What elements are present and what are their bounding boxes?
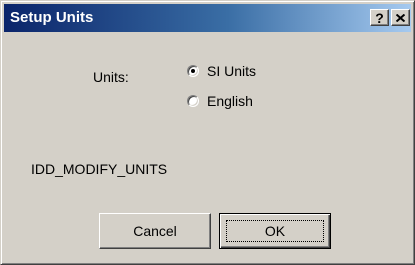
cancel-button[interactable]: Cancel xyxy=(99,213,211,249)
dialog-title: Setup Units xyxy=(10,9,94,26)
ok-button[interactable]: OK xyxy=(219,213,331,249)
help-icon: ? xyxy=(375,9,384,26)
ok-button-label: OK xyxy=(264,223,286,239)
units-label: Units: xyxy=(93,69,129,85)
radio-english[interactable]: English xyxy=(187,92,253,110)
title-bar[interactable]: Setup Units ? xyxy=(4,4,411,32)
radio-selected-dot xyxy=(191,69,195,73)
cancel-button-label: Cancel xyxy=(133,223,177,239)
radio-english-label[interactable]: English xyxy=(207,93,253,109)
close-button[interactable] xyxy=(391,9,410,26)
setup-units-dialog: Setup Units ? Units: SI Units English ID… xyxy=(0,0,415,265)
dialog-id-text: IDD_MODIFY_UNITS xyxy=(31,161,168,177)
radio-si-units[interactable]: SI Units xyxy=(187,62,256,80)
close-x-icon xyxy=(396,13,405,22)
radio-english-indicator[interactable] xyxy=(187,95,199,107)
radio-si-units-label[interactable]: SI Units xyxy=(207,63,256,79)
help-button[interactable]: ? xyxy=(370,9,389,26)
radio-si-units-indicator[interactable] xyxy=(187,65,199,77)
